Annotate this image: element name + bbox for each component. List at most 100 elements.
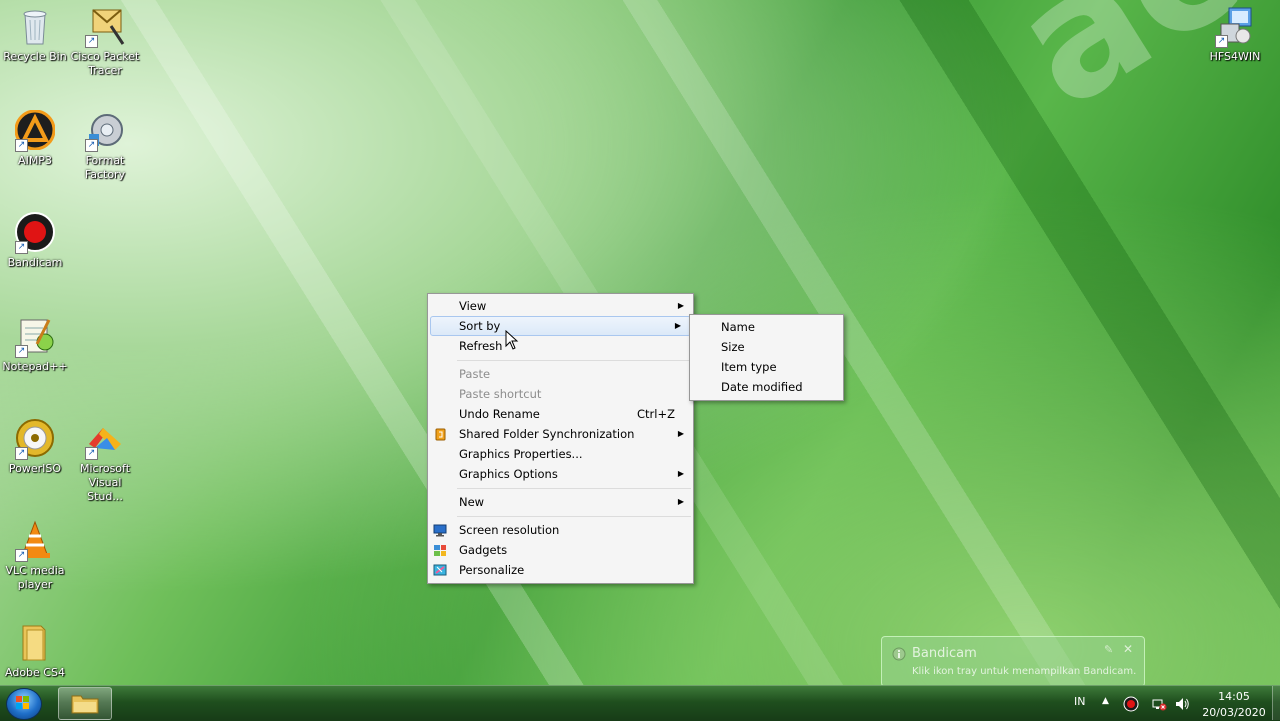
menu-item-view[interactable]: View ▶	[428, 296, 693, 316]
desktop-icon-vlc-media-player[interactable]: ↗ VLC media player	[0, 520, 70, 592]
submenu-arrow-icon: ▶	[677, 469, 684, 478]
vlc-cone-icon: ↗	[15, 520, 55, 562]
desktop-icon-microsoft-visual-studio[interactable]: ↗ Microsoft Visual Stud...	[70, 418, 140, 504]
desktop-icon-bandicam[interactable]: ↗ Bandicam	[0, 212, 70, 270]
show-desktop-button[interactable]	[1272, 686, 1280, 720]
language-indicator[interactable]: IN	[1074, 695, 1085, 708]
menu-item-label: New	[459, 495, 485, 509]
desktop-icon-label: Bandicam	[7, 256, 63, 269]
submenu-arrow-icon: ▶	[674, 321, 681, 330]
shortcut-arrow-icon: ↗	[15, 241, 28, 254]
pin-icon[interactable]: ✎	[1104, 643, 1113, 656]
notepad-plus-plus-icon: ↗	[15, 316, 55, 358]
menu-item-refresh[interactable]: Refresh	[428, 336, 693, 356]
clock-time[interactable]: 14:05	[1200, 690, 1268, 703]
shortcut-arrow-icon: ↗	[15, 549, 28, 562]
submenu-item-date-modified[interactable]: Date modified	[690, 377, 843, 397]
volume-icon[interactable]	[1174, 696, 1190, 712]
poweriso-icon: ↗	[15, 418, 55, 460]
microsoft-visual-studio-icon: ↗	[85, 418, 125, 460]
menu-separator	[457, 360, 691, 361]
desktop-icon-aimp3[interactable]: ↗ AIMP3	[0, 109, 70, 168]
menu-separator	[457, 516, 691, 517]
menu-item-paste: Paste	[428, 364, 693, 384]
menu-item-graphics-options[interactable]: Graphics Options ▶	[428, 464, 693, 484]
desktop-icon-label: Microsoft Visual Stud...	[79, 462, 131, 503]
menu-item-graphics-properties[interactable]: Graphics Properties...	[428, 444, 693, 464]
menu-separator	[457, 488, 691, 489]
desktop-context-menu: View ▶ Sort by ▶ Refresh Paste Paste sho…	[427, 293, 694, 584]
desktop-icon-label: PowerISO	[8, 462, 62, 475]
windows-logo-icon	[16, 696, 29, 709]
bandicam-tray-icon[interactable]	[1123, 696, 1139, 712]
notification-message: Klik ikon tray untuk menampilkan Bandica…	[912, 666, 1137, 677]
menu-item-sort-by[interactable]: Sort by ▶	[430, 316, 691, 336]
menu-item-label: View	[459, 299, 487, 313]
submenu-arrow-icon: ▶	[677, 497, 684, 506]
menu-item-label: Name	[721, 320, 755, 334]
shortcut-arrow-icon: ↗	[15, 447, 28, 460]
menu-item-label: Screen resolution	[459, 523, 560, 537]
desktop-icon-label: AIMP3	[18, 154, 52, 167]
submenu-item-name[interactable]: Name	[690, 317, 843, 337]
menu-item-label: Gadgets	[459, 543, 508, 557]
desktop-icon-label: HFS4WIN	[1209, 50, 1261, 63]
desktop-icon-label: Notepad++	[2, 360, 68, 373]
shortcut-arrow-icon: ↗	[1215, 35, 1228, 48]
menu-item-label: Personalize	[459, 563, 525, 577]
bandicam-notification[interactable]: Bandicam Klik ikon tray untuk menampilka…	[881, 636, 1145, 687]
recycle-bin-icon	[15, 6, 55, 46]
submenu-arrow-icon: ▶	[677, 429, 684, 438]
menu-item-label: Item type	[721, 360, 777, 374]
sort-by-submenu: Name Size Item type Date modified	[689, 314, 844, 401]
monitor-icon	[433, 523, 447, 537]
desktop-icon-format-factory[interactable]: ↗ Format Factory	[70, 110, 140, 182]
menu-item-new[interactable]: New ▶	[428, 492, 693, 512]
shortcut-arrow-icon: ↗	[15, 139, 28, 152]
submenu-item-size[interactable]: Size	[690, 337, 843, 357]
folder-icon	[15, 622, 55, 662]
desktop-icon-recycle-bin[interactable]: Recycle Bin	[0, 6, 70, 64]
menu-item-undo-rename[interactable]: Undo Rename Ctrl+Z	[428, 404, 693, 424]
menu-item-paste-shortcut: Paste shortcut	[428, 384, 693, 404]
menu-item-label: Paste	[459, 367, 491, 381]
mouse-cursor-icon	[505, 330, 519, 350]
close-icon[interactable]: ✕	[1123, 642, 1133, 656]
desktop-icon-adobe-cs4[interactable]: Adobe CS4	[0, 622, 70, 680]
shortcut-arrow-icon: ↗	[85, 139, 98, 152]
submenu-item-item-type[interactable]: Item type	[690, 357, 843, 377]
menu-item-label: Graphics Options	[459, 467, 558, 481]
folder-icon	[71, 695, 99, 714]
menu-item-label: Paste shortcut	[459, 387, 542, 401]
network-icon[interactable]	[1151, 696, 1167, 712]
menu-item-label: Date modified	[721, 380, 803, 394]
menu-item-gadgets[interactable]: Gadgets	[428, 540, 693, 560]
cisco-packet-tracer-icon: ↗	[85, 6, 125, 48]
taskbar-explorer-button[interactable]	[58, 687, 112, 720]
desktop-icon-notepad-plus-plus[interactable]: ↗ Notepad++	[0, 316, 70, 374]
submenu-arrow-icon: ▶	[677, 301, 684, 310]
menu-item-shortcut: Ctrl+Z	[637, 407, 675, 421]
show-hidden-icons-icon[interactable]: ▲	[1102, 696, 1109, 706]
desktop-icon-label: VLC media player	[5, 564, 65, 591]
format-factory-icon: ↗	[85, 110, 125, 152]
hfs4win-icon: ↗	[1215, 6, 1255, 48]
desktop-icon-hfs4win[interactable]: ↗ HFS4WIN	[1200, 6, 1270, 64]
sync-icon	[433, 427, 447, 441]
clock-date[interactable]: 20/03/2020	[1200, 706, 1268, 719]
menu-item-label: Refresh	[459, 339, 503, 353]
desktop-icon-label: Adobe CS4	[5, 666, 65, 679]
bandicam-icon: ↗	[15, 212, 55, 254]
desktop-icon-label: Format Factory	[84, 154, 126, 181]
menu-item-shared-folder-synchronization[interactable]: Shared Folder Synchronization ▶	[428, 424, 693, 444]
menu-item-label: Undo Rename	[459, 407, 540, 421]
shortcut-arrow-icon: ↗	[15, 345, 28, 358]
shortcut-arrow-icon: ↗	[85, 35, 98, 48]
menu-item-label: Sort by	[459, 319, 501, 333]
desktop-icon-poweriso[interactable]: ↗ PowerISO	[0, 418, 70, 476]
desktop-icon-cisco-packet-tracer[interactable]: ↗ Cisco Packet Tracer	[70, 6, 140, 78]
menu-item-screen-resolution[interactable]: Screen resolution	[428, 520, 693, 540]
desktop-icon-label: Cisco Packet Tracer	[70, 50, 140, 77]
shortcut-arrow-icon: ↗	[85, 447, 98, 460]
menu-item-personalize[interactable]: Personalize	[428, 560, 693, 580]
